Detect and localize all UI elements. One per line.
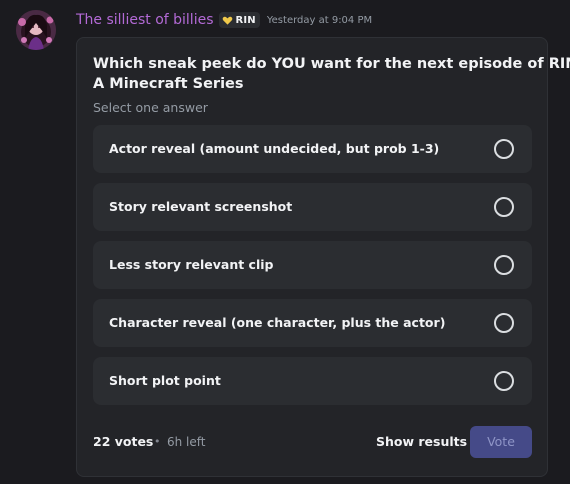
author-username[interactable]: The silliest of billies [76,12,213,28]
poll-answer-label: Story relevant screenshot [109,199,293,214]
radio-button[interactable] [494,197,514,217]
poll-footer: 22 votes • 6h left Show results Vote [93,426,532,458]
poll-answer[interactable]: Character reveal (one character, plus th… [93,299,532,347]
message-timestamp[interactable]: Yesterday at 9:04 PM [267,15,372,26]
poll-question: Which sneak peek do YOU want for the nex… [93,54,570,94]
poll-answer[interactable]: Actor reveal (amount undecided, but prob… [93,125,532,173]
radio-button[interactable] [494,371,514,391]
time-left: 6h left [167,435,206,449]
message-header: The silliest of billies RIN Yesterday at… [76,10,372,30]
poll-answer-label: Character reveal (one character, plus th… [109,315,446,330]
poll-answer[interactable]: Short plot point [93,357,532,405]
server-tag[interactable]: RIN [219,12,260,28]
show-results-button[interactable]: Show results [376,426,467,458]
server-tag-label: RIN [235,14,256,26]
radio-button[interactable] [494,255,514,275]
chat-message: The silliest of billies RIN Yesterday at… [0,0,570,484]
poll-card: Which sneak peek do YOU want for the nex… [76,37,570,477]
separator-dot: • [154,435,161,448]
radio-button[interactable] [494,313,514,333]
avatar-image [16,10,56,50]
poll-answer-label: Actor reveal (amount undecided, but prob… [109,141,440,156]
vote-count: 22 votes [93,434,154,449]
poll-question-line: Which sneak peek do YOU want for the nex… [93,56,570,72]
poll-answer-label: Less story relevant clip [109,257,274,272]
poll-answer[interactable]: Less story relevant clip [93,241,532,289]
radio-button[interactable] [494,139,514,159]
heart-icon [223,16,233,25]
poll-answer[interactable]: Story relevant screenshot [93,183,532,231]
poll-answers: Actor reveal (amount undecided, but prob… [93,125,532,415]
poll-subtitle: Select one answer [93,100,208,115]
poll-question-line: A Minecraft Series [93,76,244,92]
avatar[interactable] [16,10,56,50]
poll-answer-label: Short plot point [109,373,221,388]
vote-button[interactable]: Vote [470,426,532,458]
